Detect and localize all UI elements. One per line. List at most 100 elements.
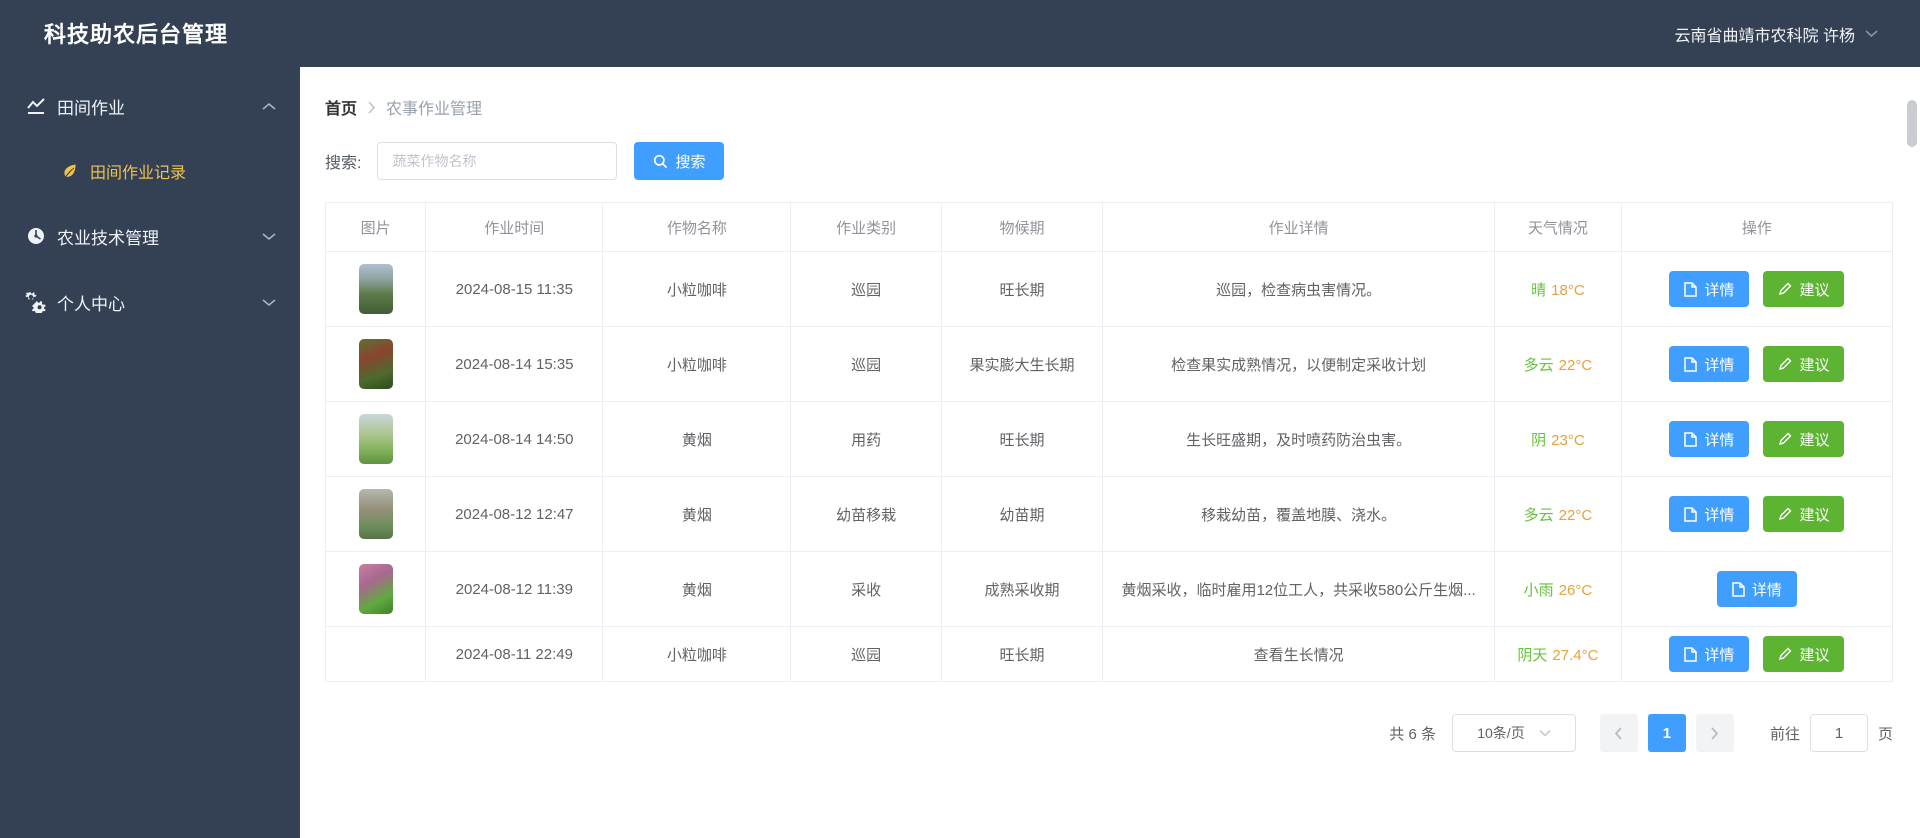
pencil-icon — [1778, 357, 1792, 371]
user-name: 云南省曲靖市农科院 许杨 — [1674, 27, 1855, 45]
app-title: 科技助农后台管理 — [44, 22, 229, 47]
cell-weather: 晴 18°C — [1494, 251, 1622, 327]
sidebar-item-label: 农业技术管理 — [57, 228, 159, 248]
user-menu[interactable]: 云南省曲靖市农科院 许杨 — [1675, 22, 1878, 46]
cell-time: 2024-08-15 11:35 — [425, 251, 604, 327]
weather-temp: 22°C — [1558, 506, 1593, 524]
advice-button[interactable]: 建议 — [1763, 636, 1845, 672]
table-row: 2024-08-14 14:50 黄烟 用药 旺长期 生长旺盛期，及时喷药防治虫… — [325, 401, 1893, 477]
advice-button[interactable]: 建议 — [1763, 421, 1845, 457]
detail-button[interactable]: 详情 — [1669, 636, 1750, 672]
cell-detail: 移栽幼苗，覆盖地膜、浇水。 — [1102, 476, 1495, 552]
cell-crop: 小粒咖啡 — [602, 326, 792, 402]
advice-button[interactable]: 建议 — [1763, 346, 1845, 382]
breadcrumb-home[interactable]: 首页 — [325, 95, 357, 119]
pencil-icon — [1778, 282, 1792, 296]
col-header-crop: 作物名称 — [602, 202, 792, 252]
pagination: 共 6 条 10条/页 1 前往 页 — [325, 714, 1893, 752]
cell-detail: 查看生长情况 — [1102, 626, 1495, 682]
sidebar-item-label: 田间作业 — [57, 98, 125, 118]
dashboard-icon — [25, 225, 47, 247]
cell-detail: 检查果实成熟情况，以便制定采收计划 — [1102, 326, 1495, 402]
cell-time: 2024-08-12 12:47 — [425, 476, 604, 552]
cell-time: 2024-08-14 14:50 — [425, 401, 604, 477]
next-page-button[interactable] — [1695, 714, 1734, 752]
cell-phenophase: 旺长期 — [941, 401, 1104, 477]
advice-button[interactable]: 建议 — [1763, 271, 1845, 307]
chevron-right-icon — [367, 100, 376, 114]
cell-time: 2024-08-11 22:49 — [425, 626, 604, 682]
sidebar-item-label: 个人中心 — [57, 294, 125, 314]
cell-phenophase: 幼苗期 — [941, 476, 1104, 552]
page-number-button[interactable]: 1 — [1647, 714, 1686, 752]
cell-actions: 详情 建议 — [1621, 401, 1893, 477]
col-header-phenophase: 物候期 — [941, 202, 1104, 252]
table-row: 2024-08-15 11:35 小粒咖啡 巡园 旺长期 巡园，检查病虫害情况。… — [325, 251, 1893, 327]
crop-photo[interactable] — [358, 489, 393, 539]
cell-phenophase: 成熟采收期 — [941, 551, 1104, 627]
document-icon — [1732, 581, 1745, 597]
chevron-up-icon — [262, 102, 276, 111]
crop-photo[interactable] — [358, 264, 393, 314]
weather-temp: 26°C — [1558, 581, 1593, 599]
sidebar-item-field-work-records[interactable]: 田间作业记录 — [0, 139, 300, 203]
breadcrumb: 首页 农事作业管理 — [325, 95, 1893, 119]
detail-button[interactable]: 详情 — [1669, 421, 1750, 457]
advice-button[interactable]: 建议 — [1763, 496, 1845, 532]
page-size-select[interactable]: 10条/页 — [1451, 714, 1576, 752]
detail-button[interactable]: 详情 — [1669, 271, 1750, 307]
search-label: 搜索: — [325, 155, 362, 172]
crop-photo[interactable] — [358, 339, 393, 389]
leaf-icon — [60, 161, 80, 181]
cell-category: 巡园 — [790, 326, 942, 402]
page-unit-label: 页 — [1877, 725, 1893, 743]
cell-weather: 多云 22°C — [1494, 476, 1622, 552]
pencil-icon — [1778, 507, 1792, 521]
col-header-time: 作业时间 — [425, 202, 604, 252]
chevron-down-icon — [1539, 729, 1551, 737]
cell-actions: 详情 — [1621, 551, 1893, 627]
chevron-down-icon — [262, 232, 276, 241]
table-row: 2024-08-12 11:39 黄烟 采收 成熟采收期 黄烟采收，临时雇用12… — [325, 551, 1893, 627]
table-row: 2024-08-14 15:35 小粒咖啡 巡园 果实膨大生长期 检查果实成熟情… — [325, 326, 1893, 402]
search-button[interactable]: 搜索 — [634, 142, 725, 180]
table-header-row: 图片 作业时间 作物名称 作业类别 物候期 作业详情 天气情况 操作 — [325, 202, 1893, 252]
detail-button[interactable]: 详情 — [1669, 346, 1750, 382]
cell-crop: 黄烟 — [602, 551, 792, 627]
col-header-weather: 天气情况 — [1494, 202, 1622, 252]
cell-crop: 小粒咖啡 — [602, 626, 792, 682]
cell-detail: 巡园，检查病虫害情况。 — [1102, 251, 1495, 327]
sidebar-item-label: 田间作业记录 — [90, 165, 187, 182]
vertical-scrollbar-thumb[interactable] — [1907, 100, 1917, 147]
document-icon — [1684, 281, 1698, 297]
weather-condition: 阴天 — [1517, 646, 1548, 664]
goto-page-input[interactable] — [1809, 714, 1868, 752]
search-button-label: 搜索 — [675, 153, 706, 171]
weather-condition: 小雨 — [1523, 581, 1554, 599]
cell-detail: 生长旺盛期，及时喷药防治虫害。 — [1102, 401, 1495, 477]
detail-button[interactable]: 详情 — [1716, 571, 1797, 607]
cell-category: 用药 — [790, 401, 942, 477]
search-input[interactable] — [377, 142, 618, 180]
pagination-total: 共 6 条 — [1389, 725, 1436, 743]
pencil-icon — [1778, 647, 1792, 661]
sidebar-item-agri-tech[interactable]: 农业技术管理 — [0, 203, 300, 269]
crop-photo[interactable] — [358, 414, 393, 464]
search-icon — [653, 154, 668, 169]
sidebar-item-field-work[interactable]: 田间作业 — [0, 73, 300, 139]
table-row: 2024-08-11 22:49 小粒咖啡 巡园 旺长期 查看生长情况 阴天 27… — [325, 626, 1893, 682]
cell-detail: 黄烟采收，临时雇用12位工人，共采收580公斤生烟... — [1102, 551, 1495, 627]
crop-photo[interactable] — [358, 564, 393, 614]
detail-button[interactable]: 详情 — [1669, 496, 1750, 532]
weather-temp: 23°C — [1551, 431, 1585, 449]
cell-actions: 详情 建议 — [1621, 626, 1893, 682]
cell-crop: 小粒咖啡 — [602, 251, 792, 327]
pencil-icon — [1778, 432, 1792, 446]
col-header-category: 作业类别 — [790, 202, 942, 252]
breadcrumb-current: 农事作业管理 — [386, 101, 483, 118]
goto-label: 前往 — [1769, 725, 1800, 743]
document-icon — [1684, 506, 1698, 522]
document-icon — [1684, 646, 1698, 662]
prev-page-button[interactable] — [1599, 714, 1638, 752]
sidebar-item-personal-center[interactable]: 个人中心 — [0, 269, 300, 335]
